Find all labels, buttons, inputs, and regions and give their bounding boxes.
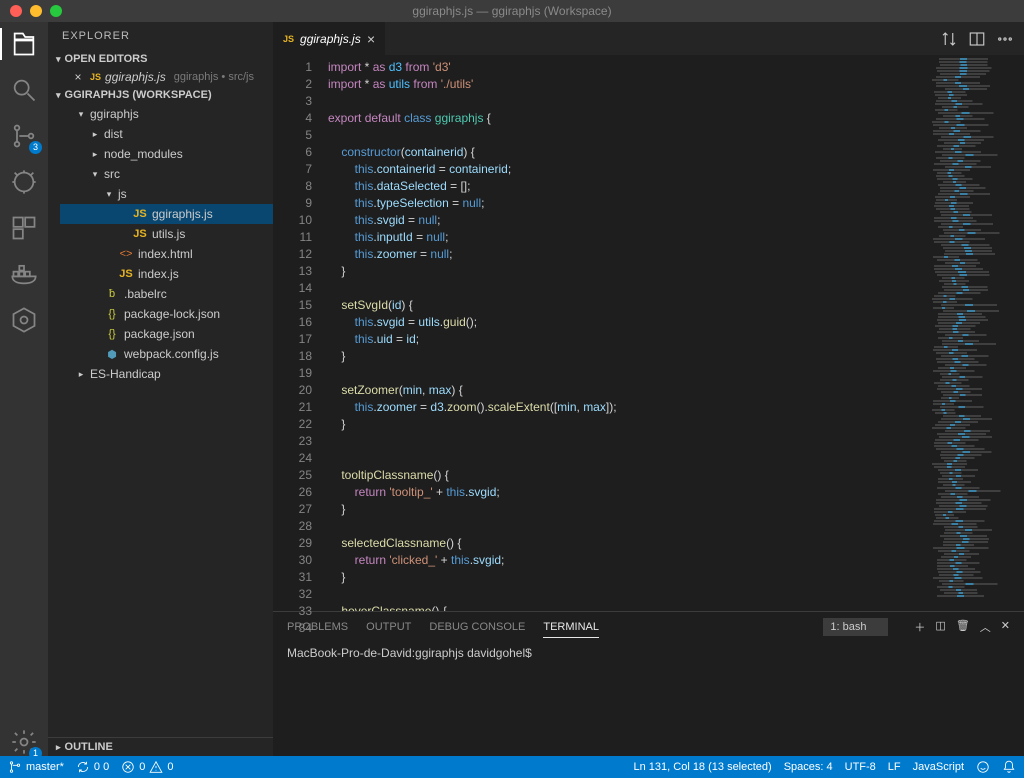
babel-file-icon: ƀ: [104, 288, 120, 300]
activity-bar: 3 1: [0, 22, 48, 756]
file-package-json[interactable]: {}package.json: [60, 324, 273, 344]
bottom-panel: PROBLEMS OUTPUT DEBUG CONSOLE TERMINAL 1…: [273, 611, 1024, 756]
js-file-icon: JS: [118, 268, 134, 280]
kubernetes-icon[interactable]: [10, 306, 38, 334]
settings-gear-icon[interactable]: 1: [10, 728, 38, 756]
file-tree: ▾ggiraphjs ▸dist ▸node_modules ▾src ▾js …: [48, 104, 273, 384]
more-actions-icon[interactable]: [996, 30, 1014, 48]
compare-changes-icon[interactable]: [940, 30, 958, 48]
tab-label: ggiraphjs.js: [300, 32, 361, 46]
panel-tab-terminal[interactable]: TERMINAL: [543, 617, 599, 638]
split-editor-icon[interactable]: [968, 30, 986, 48]
line-numbers: 1234567891011121314151617181920212223242…: [273, 55, 328, 611]
minimap[interactable]: [929, 55, 1024, 611]
open-editor-path: ggiraphjs • src/js: [174, 71, 254, 83]
file-index-html[interactable]: <>index.html: [60, 244, 273, 264]
panel-tabs: PROBLEMS OUTPUT DEBUG CONSOLE TERMINAL 1…: [273, 612, 1024, 642]
editor-area[interactable]: 1234567891011121314151617181920212223242…: [273, 55, 1024, 611]
folder-ggiraphjs[interactable]: ▾ggiraphjs: [60, 104, 273, 124]
extensions-icon[interactable]: [10, 214, 38, 242]
maximize-window-icon[interactable]: [50, 5, 62, 17]
maximize-panel-icon[interactable]: ︿: [980, 619, 991, 635]
close-tab-icon[interactable]: ×: [367, 32, 375, 46]
terminal-content[interactable]: MacBook-Pro-de-David:ggiraphjs davidgohe…: [273, 642, 1024, 756]
terminal-prompt: MacBook-Pro-de-David:ggiraphjs davidgohe…: [287, 646, 532, 660]
close-editor-icon[interactable]: ×: [72, 70, 84, 84]
encoding[interactable]: UTF-8: [845, 761, 876, 773]
explorer-icon[interactable]: [10, 30, 38, 58]
js-file-icon: JS: [132, 228, 148, 240]
code-content[interactable]: import * as d3 from 'd3'import * as util…: [328, 55, 929, 611]
tab-ggiraphjs[interactable]: JS ggiraphjs.js ×: [273, 22, 386, 55]
file-utils[interactable]: JSutils.js: [60, 224, 273, 244]
terminal-selector[interactable]: 1: bash: [823, 618, 888, 636]
minimize-window-icon[interactable]: [30, 5, 42, 17]
folder-dist[interactable]: ▸dist: [60, 124, 273, 144]
search-icon[interactable]: [10, 76, 38, 104]
settings-badge: 1: [29, 747, 42, 760]
file-ggiraphjs[interactable]: JSggiraphjs.js: [60, 204, 273, 224]
file-webpack-config[interactable]: ⬢webpack.config.js: [60, 344, 273, 364]
scm-badge: 3: [29, 141, 42, 154]
file-babelrc[interactable]: ƀ.babelrc: [60, 284, 273, 304]
sidebar-title: EXPLORER: [48, 22, 273, 50]
outline-section[interactable]: OUTLINE: [48, 737, 273, 756]
feedback-icon[interactable]: [976, 760, 990, 774]
folder-node-modules[interactable]: ▸node_modules: [60, 144, 273, 164]
folder-js[interactable]: ▾js: [60, 184, 273, 204]
folder-es-handicap[interactable]: ▸ES-Handicap: [60, 364, 273, 384]
language-mode[interactable]: JavaScript: [913, 761, 964, 773]
open-editor-item[interactable]: × JS ggiraphjs.js ggiraphjs • src/js: [48, 68, 273, 86]
close-window-icon[interactable]: [10, 5, 22, 17]
problems-status[interactable]: 0 0: [121, 760, 173, 774]
panel-tab-output[interactable]: OUTPUT: [366, 617, 411, 637]
eol[interactable]: LF: [888, 761, 901, 773]
workspace-section[interactable]: GGIRAPHJS (WORKSPACE): [48, 86, 273, 104]
js-file-icon: JS: [283, 34, 294, 44]
file-index-js[interactable]: JSindex.js: [60, 264, 273, 284]
open-editors-section[interactable]: OPEN EDITORS: [48, 50, 273, 68]
notifications-icon[interactable]: [1002, 760, 1016, 774]
source-control-icon[interactable]: 3: [10, 122, 38, 150]
docker-icon[interactable]: [10, 260, 38, 288]
folder-src[interactable]: ▾src: [60, 164, 273, 184]
js-file-icon: JS: [90, 72, 101, 82]
panel-tab-debug[interactable]: DEBUG CONSOLE: [429, 617, 525, 637]
open-editor-filename: ggiraphjs.js: [105, 70, 166, 84]
kill-terminal-icon[interactable]: 🗑: [956, 619, 970, 635]
split-terminal-icon[interactable]: ◫: [935, 619, 945, 635]
editor-actions: [940, 22, 1024, 55]
window-controls: [10, 5, 62, 17]
config-file-icon: ⬢: [104, 348, 120, 361]
status-bar: master* 0 0 0 0 Ln 131, Col 18 (13 selec…: [0, 756, 1024, 778]
new-terminal-icon[interactable]: ＋: [914, 619, 925, 635]
debug-icon[interactable]: [10, 168, 38, 196]
json-file-icon: {}: [104, 308, 120, 320]
json-file-icon: {}: [104, 328, 120, 340]
tab-bar: JS ggiraphjs.js ×: [273, 22, 1024, 55]
explorer-sidebar: EXPLORER OPEN EDITORS × JS ggiraphjs.js …: [48, 22, 273, 756]
close-panel-icon[interactable]: ✕: [1001, 619, 1010, 635]
editor-group: JS ggiraphjs.js × 1234567891011121314151…: [273, 22, 1024, 756]
cursor-position[interactable]: Ln 131, Col 18 (13 selected): [634, 761, 772, 773]
indentation[interactable]: Spaces: 4: [784, 761, 833, 773]
git-branch[interactable]: master*: [8, 760, 64, 774]
git-sync[interactable]: 0 0: [76, 760, 109, 774]
window-title: ggiraphjs.js — ggiraphjs (Workspace): [412, 4, 611, 18]
file-package-lock[interactable]: {}package-lock.json: [60, 304, 273, 324]
js-file-icon: JS: [132, 208, 148, 220]
titlebar: ggiraphjs.js — ggiraphjs (Workspace): [0, 0, 1024, 22]
html-file-icon: <>: [118, 248, 134, 260]
